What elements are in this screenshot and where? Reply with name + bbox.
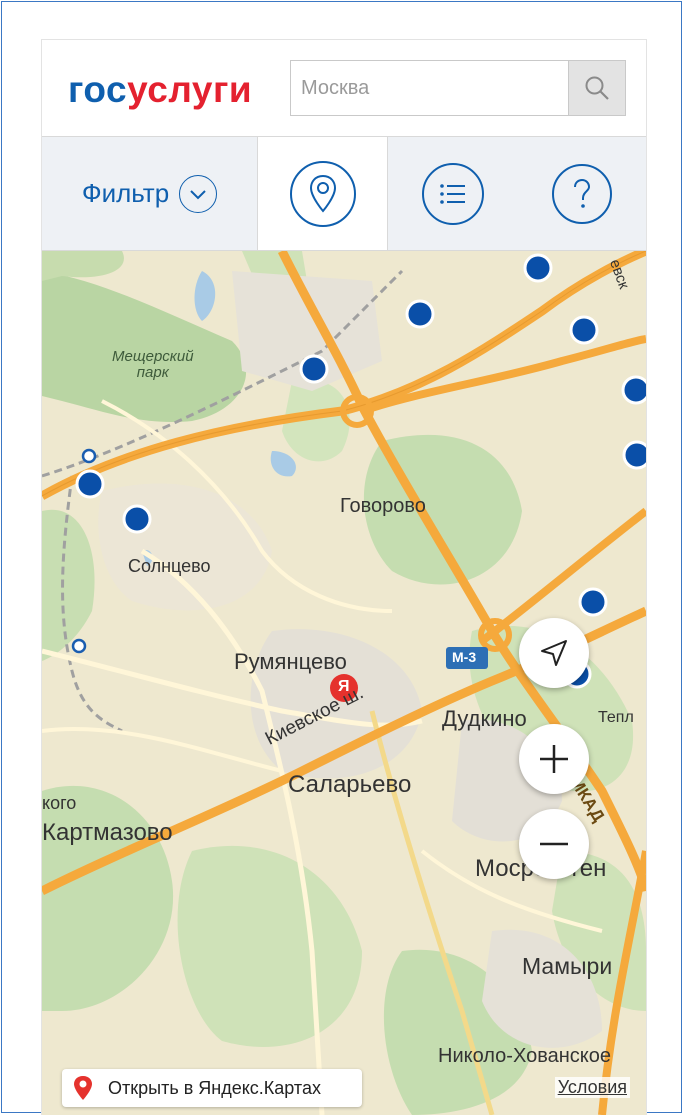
gosuslugi-app: госуслуги Фильтр xyxy=(42,40,646,1115)
map-pin-icon xyxy=(289,160,356,227)
gosuslugi-logo[interactable]: госуслуги xyxy=(68,70,252,110)
map-marker xyxy=(569,315,599,345)
map-label-park: Мещерский парк xyxy=(112,349,194,381)
view-tabbar: Фильтр xyxy=(42,137,646,251)
map-label-solntsevo: Солнцево xyxy=(128,556,211,576)
map-marker xyxy=(523,253,553,283)
map-label-rumyantsevo: Румянцево xyxy=(234,649,347,674)
route-shield-m3: М-3 xyxy=(452,649,477,665)
filter-tab[interactable]: Фильтр xyxy=(42,137,258,250)
map-label-salaryevo: Саларьево xyxy=(288,771,412,798)
list-icon xyxy=(422,162,484,225)
park-line1: Мещерский xyxy=(112,348,194,365)
map-label-dudkino: Дудкино xyxy=(442,706,527,731)
map-marker xyxy=(621,375,646,405)
map-marker xyxy=(75,469,105,499)
map-label-kartmazovo: Картмазово xyxy=(42,819,173,846)
header: госуслуги xyxy=(42,40,646,137)
search-box xyxy=(290,60,626,116)
tab-help[interactable] xyxy=(518,137,646,250)
park-line2: парк xyxy=(136,364,169,381)
help-icon xyxy=(552,163,612,224)
map-marker xyxy=(578,587,608,617)
map-view[interactable]: Мещерский парк Говорово Солнцево Румянце… xyxy=(42,251,646,1115)
logo-part-gos: гос xyxy=(68,69,128,110)
map-marker xyxy=(299,354,329,384)
map-marker xyxy=(622,440,646,470)
open-in-yandex-maps-label: Открыть в Яндекс.Картах xyxy=(108,1077,321,1098)
map-label-nikolo: Николо-Хованское xyxy=(438,1045,611,1067)
yandex-maps-pin-icon xyxy=(74,1076,92,1100)
map-label-govorovo: Говорово xyxy=(340,495,426,517)
zoom-in-button[interactable] xyxy=(519,724,589,794)
open-in-yandex-maps-button[interactable]: Открыть в Яндекс.Картах xyxy=(62,1069,362,1107)
search-button[interactable] xyxy=(568,61,625,115)
map-label-kogo: кого xyxy=(42,793,77,813)
map-marker xyxy=(405,299,435,329)
chevron-down-icon xyxy=(179,174,218,213)
plus-icon xyxy=(540,745,568,773)
search-input[interactable] xyxy=(291,61,569,115)
navigation-arrow-icon xyxy=(541,640,567,666)
logo-part-uslugi: услуги xyxy=(127,69,253,110)
geolocation-button[interactable] xyxy=(519,618,589,688)
filter-label: Фильтр xyxy=(81,178,170,208)
terms-link[interactable]: Условия xyxy=(554,1077,630,1098)
map-footer: Открыть в Яндекс.Картах Условия xyxy=(62,1069,640,1109)
zoom-out-button[interactable] xyxy=(519,809,589,879)
map-marker xyxy=(122,504,152,534)
search-icon xyxy=(585,76,609,100)
map-label-tepl: Тепл xyxy=(598,709,634,726)
yandex-badge: Я xyxy=(338,678,350,695)
tab-map[interactable] xyxy=(258,137,388,250)
minus-icon xyxy=(540,842,568,846)
map-label-mamyri: Мамыри xyxy=(522,953,613,979)
tab-list[interactable] xyxy=(388,137,518,250)
